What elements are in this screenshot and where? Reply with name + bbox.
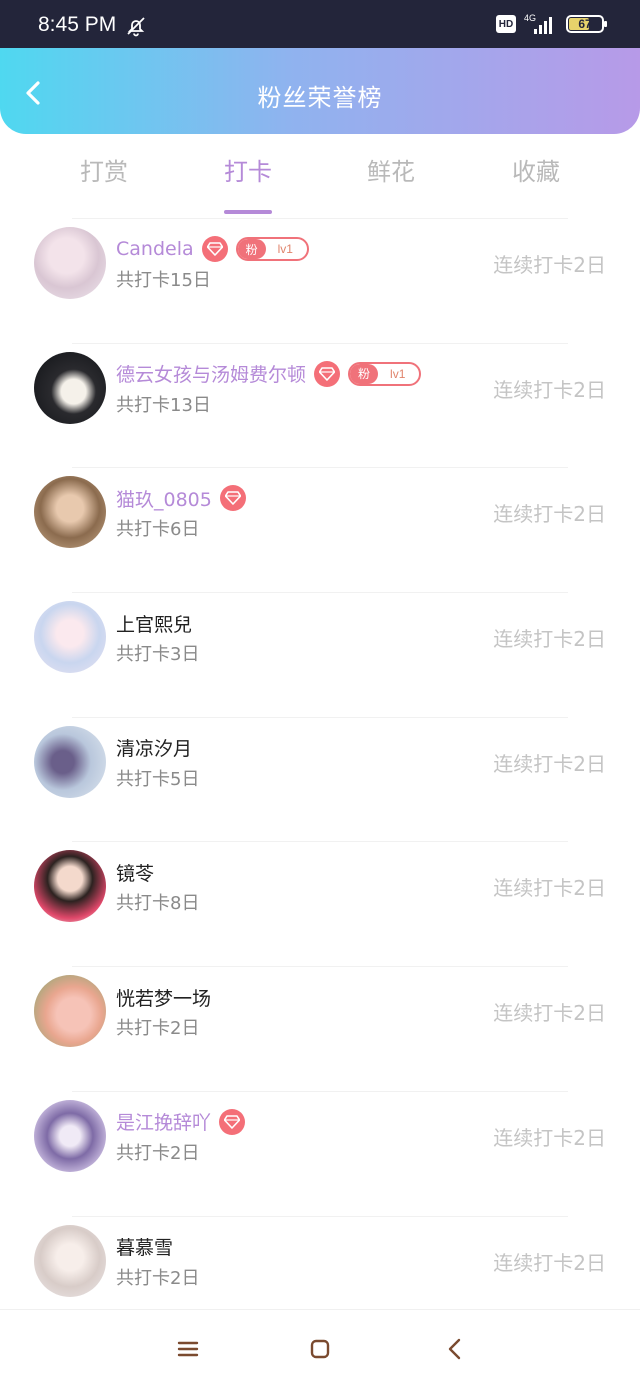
streak-label: 连续打卡2日 <box>493 1250 606 1275</box>
user-name: 上官熙兒 <box>116 613 193 636</box>
tab-flowers[interactable]: 鲜花 <box>331 152 451 187</box>
streak-label: 连续打卡2日 <box>493 253 606 277</box>
avatar[interactable] <box>34 975 106 1048</box>
page-title: 粉丝荣誉榜 <box>257 84 383 112</box>
fan-level-badge: 粉 lv1 <box>235 237 309 261</box>
divider <box>72 841 568 843</box>
streak-label: 连续打卡2日 <box>493 377 606 402</box>
avatar[interactable] <box>34 1099 106 1172</box>
total-checkins: 共打卡2日 <box>116 1142 200 1164</box>
bell-off-icon <box>127 17 145 37</box>
total-checkins: 共打卡5日 <box>116 768 200 790</box>
divider <box>72 218 568 219</box>
avatar[interactable] <box>34 850 106 923</box>
user-name: 德云女孩与汤姆费尔顿 <box>116 364 307 387</box>
back-triangle-icon[interactable] <box>442 1336 468 1362</box>
fan-list: Candela 粉 lv1 共打卡15日 连续打卡2日 德云女孩与汤姆费尔顿 粉… <box>0 218 640 1340</box>
fan-badge-level: lv1 <box>277 242 293 256</box>
list-item[interactable]: 上官熙兒 共打卡3日 连续打卡2日 <box>0 592 640 717</box>
tab-label: 鲜花 <box>367 158 415 186</box>
diamond-icon <box>314 360 341 387</box>
tab-favorites[interactable]: 收藏 <box>476 152 596 187</box>
divider <box>72 716 568 718</box>
tab-label: 打赏 <box>80 158 128 186</box>
menu-icon[interactable] <box>175 1336 201 1362</box>
user-name: 镜苓 <box>116 862 155 885</box>
list-item[interactable]: 猫玖_0805 共打卡6日 连续打卡2日 <box>0 467 640 592</box>
streak-label: 连续打卡2日 <box>493 876 606 901</box>
list-item[interactable]: 恍若梦一场 共打卡2日 连续打卡2日 <box>0 966 640 1091</box>
hd-icon: HD <box>496 15 516 33</box>
list-item[interactable]: 德云女孩与汤姆费尔顿 粉 lv1 共打卡13日 连续打卡2日 <box>0 342 640 468</box>
tab-active-indicator <box>224 210 272 214</box>
system-nav-bar <box>0 1309 640 1387</box>
avatar[interactable] <box>34 351 106 424</box>
avatar[interactable] <box>34 601 106 674</box>
total-checkins: 共打卡6日 <box>116 519 200 541</box>
tab-label: 打卡 <box>224 158 272 186</box>
status-bar: 8:45 PM HD 4G 67 <box>0 0 640 48</box>
avatar[interactable] <box>34 476 106 549</box>
diamond-icon <box>201 236 228 262</box>
user-name: 是江挽辞吖 <box>116 1112 212 1135</box>
tab-label: 收藏 <box>512 158 560 186</box>
list-item[interactable]: 是江挽辞吖 共打卡2日 连续打卡2日 <box>0 1090 640 1216</box>
list-item[interactable]: Candela 粉 lv1 共打卡15日 连续打卡2日 <box>0 218 640 343</box>
divider <box>72 592 568 594</box>
tab-reward[interactable]: 打赏 <box>44 152 164 187</box>
user-name: 暮慕雪 <box>116 1237 174 1259</box>
streak-label: 连续打卡2日 <box>493 502 606 527</box>
divider <box>72 342 568 344</box>
signal-icon: 4G <box>524 14 558 34</box>
diamond-icon <box>219 1108 246 1135</box>
tab-bar: 打赏 打卡 鲜花 收藏 <box>0 134 640 218</box>
divider <box>72 1090 568 1092</box>
home-square-icon[interactable] <box>307 1336 333 1362</box>
battery-icon: 67 <box>566 15 607 33</box>
user-name: 清凉汐月 <box>116 738 193 761</box>
total-checkins: 共打卡2日 <box>116 1267 200 1289</box>
total-checkins: 共打卡2日 <box>116 1018 200 1040</box>
header-bar: 粉丝荣誉榜 <box>0 48 640 134</box>
total-checkins: 共打卡13日 <box>116 394 211 416</box>
fan-badge-label: 粉 <box>237 239 266 259</box>
avatar[interactable] <box>34 227 106 299</box>
diamond-icon <box>219 485 246 512</box>
battery-percent: 67 <box>578 17 592 31</box>
list-item[interactable]: 清凉汐月 共打卡5日 连续打卡2日 <box>0 716 640 842</box>
divider <box>72 1215 568 1217</box>
streak-label: 连续打卡2日 <box>493 627 606 652</box>
divider <box>72 966 568 968</box>
streak-label: 连续打卡2日 <box>493 1125 606 1150</box>
tab-checkin[interactable]: 打卡 <box>188 152 308 214</box>
avatar[interactable] <box>34 725 106 798</box>
divider <box>72 467 568 469</box>
fan-level-badge: 粉 lv1 <box>348 361 422 386</box>
total-checkins: 共打卡3日 <box>116 644 200 666</box>
user-name: 猫玖_0805 <box>116 488 212 511</box>
streak-label: 连续打卡2日 <box>493 1001 606 1026</box>
fan-badge-level: lv1 <box>390 366 406 381</box>
fan-badge-label: 粉 <box>350 363 379 384</box>
total-checkins: 共打卡8日 <box>116 893 200 915</box>
avatar[interactable] <box>34 1224 106 1297</box>
total-checkins: 共打卡15日 <box>116 270 211 291</box>
user-name: 恍若梦一场 <box>116 987 212 1010</box>
status-time: 8:45 PM <box>38 13 117 36</box>
streak-label: 连续打卡2日 <box>493 751 606 776</box>
list-item[interactable]: 镜苓 共打卡8日 连续打卡2日 <box>0 841 640 966</box>
user-name: Candela <box>116 238 194 260</box>
